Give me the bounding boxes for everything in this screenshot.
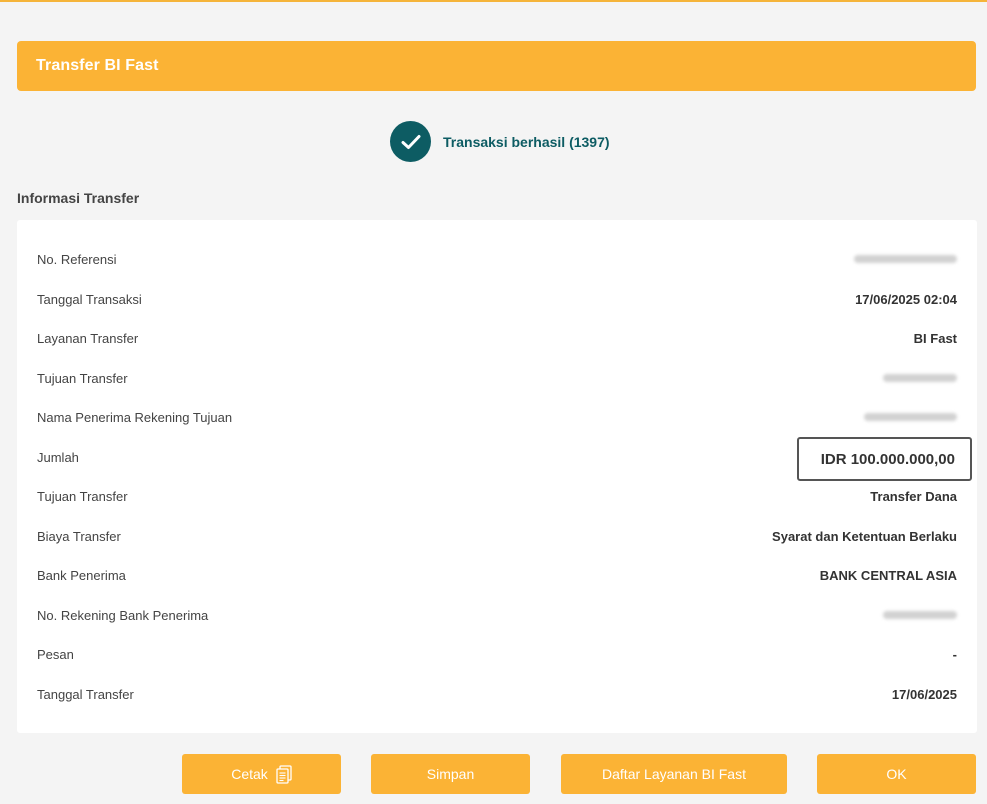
redacted-reference-number bbox=[854, 255, 957, 263]
info-label: Jumlah bbox=[37, 449, 79, 465]
transaction-status: Transaksi berhasil (1397) bbox=[390, 121, 610, 162]
info-row-recipient-name: Nama Penerima Rekening Tujuan bbox=[17, 407, 977, 427]
info-label: No. Referensi bbox=[37, 251, 117, 267]
info-label: Nama Penerima Rekening Tujuan bbox=[37, 409, 233, 425]
amount-value-highlight: IDR 100.000.000,00 bbox=[797, 437, 972, 481]
section-title: Informasi Transfer bbox=[17, 190, 140, 206]
print-button-label: Cetak bbox=[231, 766, 268, 782]
info-value: BI Fast bbox=[913, 330, 957, 346]
info-value: - bbox=[952, 646, 957, 662]
info-label: Bank Penerima bbox=[37, 567, 126, 583]
info-value: Syarat dan Ketentuan Berlaku bbox=[772, 528, 957, 544]
info-row-transfer-fee: Biaya Transfer Syarat dan Ketentuan Berl… bbox=[17, 526, 977, 546]
info-row-recipient-account-number: No. Rekening Bank Penerima bbox=[17, 605, 977, 625]
info-row-transfer-destination: Tujuan Transfer bbox=[17, 368, 977, 388]
info-label: Layanan Transfer bbox=[37, 330, 139, 346]
info-value: BANK CENTRAL ASIA bbox=[819, 567, 957, 583]
info-value: 17/06/2025 02:04 bbox=[855, 291, 957, 307]
top-accent-line bbox=[0, 0, 987, 2]
info-row-transfer-date: Tanggal Transfer 17/06/2025 bbox=[17, 684, 977, 704]
page-header: Transfer BI Fast bbox=[17, 41, 976, 91]
redacted-recipient-account-number bbox=[883, 611, 957, 619]
bi-fast-service-list-button[interactable]: Daftar Layanan BI Fast bbox=[561, 754, 787, 794]
save-button[interactable]: Simpan bbox=[371, 754, 530, 794]
info-row-message: Pesan - bbox=[17, 644, 977, 664]
info-row-transfer-service: Layanan Transfer BI Fast bbox=[17, 328, 977, 348]
info-label: Tujuan Transfer bbox=[37, 370, 128, 386]
info-label: Tanggal Transaksi bbox=[37, 291, 142, 307]
info-label: No. Rekening Bank Penerima bbox=[37, 607, 209, 623]
status-message: Transaksi berhasil (1397) bbox=[443, 133, 610, 150]
info-row-reference-number: No. Referensi bbox=[17, 249, 977, 269]
page-title: Transfer BI Fast bbox=[36, 57, 159, 74]
check-icon bbox=[390, 121, 431, 162]
info-value: 17/06/2025 bbox=[891, 686, 957, 702]
info-label: Tanggal Transfer bbox=[37, 686, 134, 702]
info-row-recipient-bank: Bank Penerima BANK CENTRAL ASIA bbox=[17, 565, 977, 585]
info-label: Biaya Transfer bbox=[37, 528, 121, 544]
redacted-destination-account bbox=[883, 374, 957, 382]
info-value: Transfer Dana bbox=[870, 488, 957, 504]
redacted-recipient-name bbox=[864, 413, 957, 421]
ok-button[interactable]: OK bbox=[817, 754, 976, 794]
info-row-transfer-purpose: Tujuan Transfer Transfer Dana bbox=[17, 486, 977, 506]
info-label: Pesan bbox=[37, 646, 74, 662]
document-icon bbox=[276, 764, 292, 784]
info-label: Tujuan Transfer bbox=[37, 488, 128, 504]
print-button[interactable]: Cetak bbox=[182, 754, 341, 794]
info-row-transaction-date: Tanggal Transaksi 17/06/2025 02:04 bbox=[17, 289, 977, 309]
